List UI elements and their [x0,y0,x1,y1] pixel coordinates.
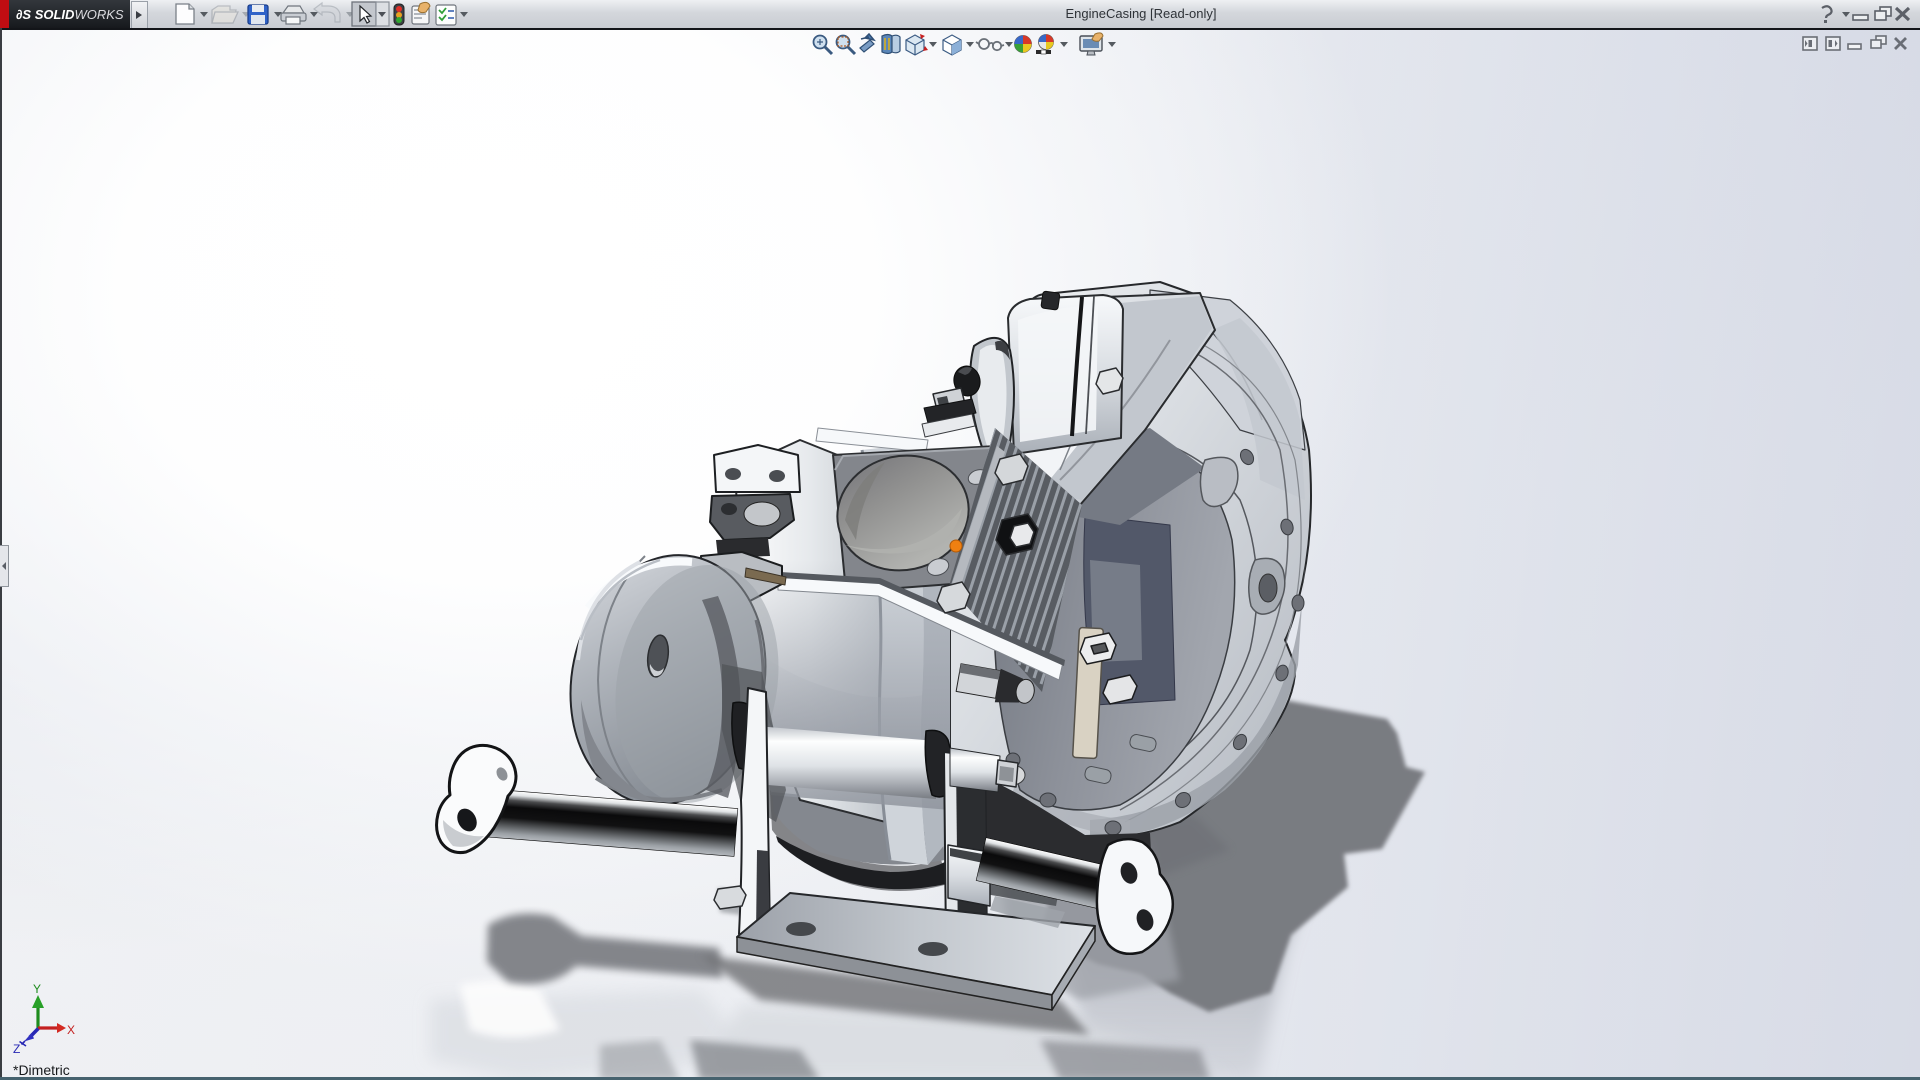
svg-text:X: X [67,1023,75,1037]
svg-text:Z: Z [13,1042,20,1056]
svg-text:Y: Y [33,982,41,996]
